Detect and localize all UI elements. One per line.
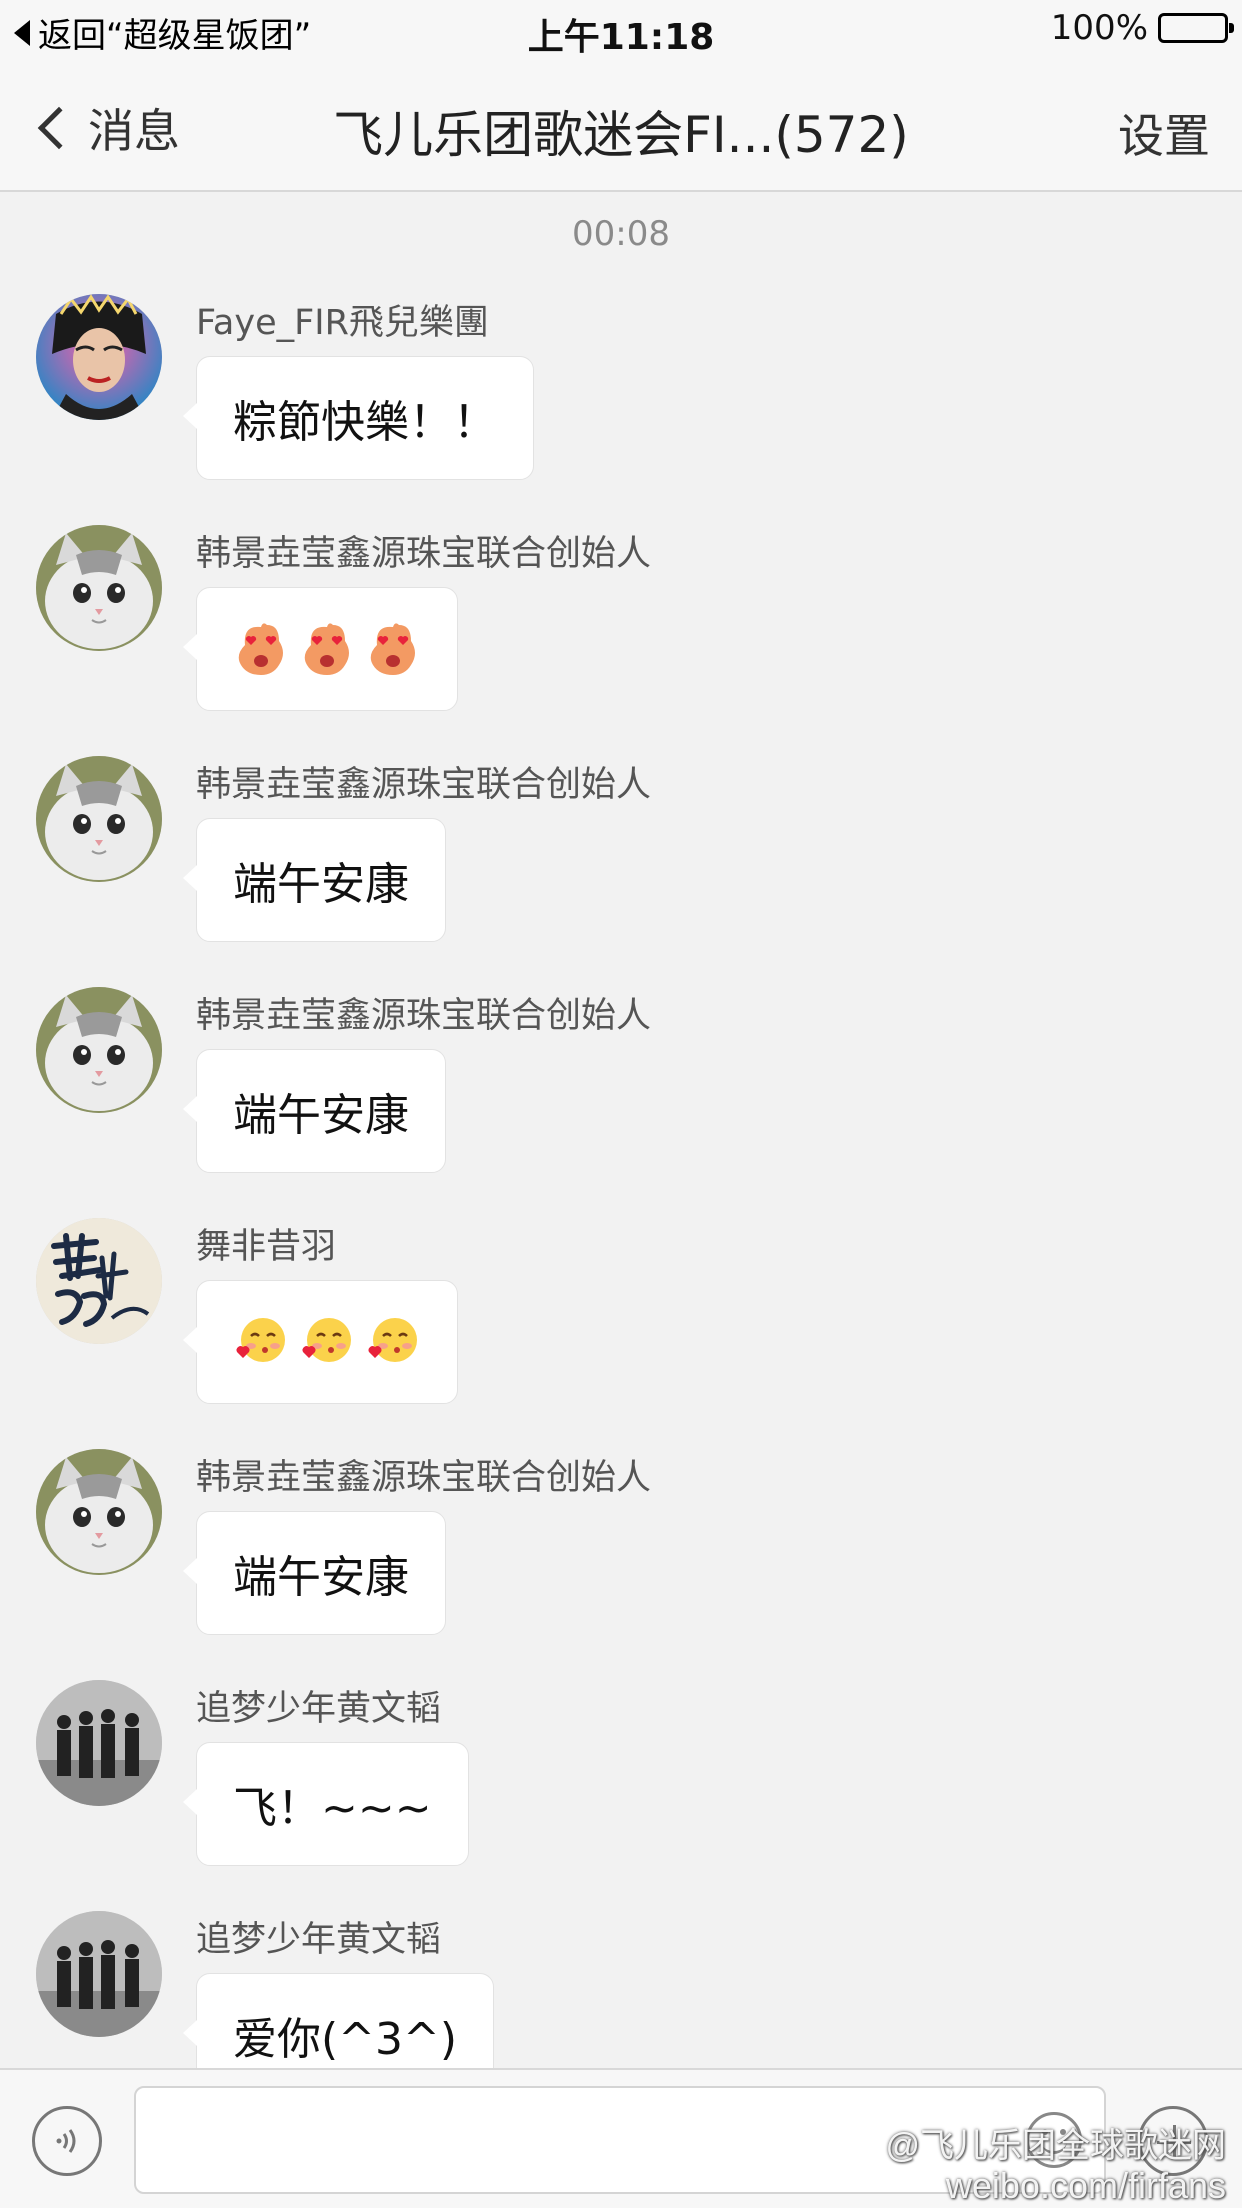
message-text: 爱你(^3^) xyxy=(233,2014,458,2065)
avatar[interactable] xyxy=(36,756,162,882)
battery-indicator: 100% xyxy=(1050,8,1234,48)
message-item: 舞非昔羽 xyxy=(0,1218,1242,1449)
avatar[interactable] xyxy=(36,525,162,651)
avatar[interactable] xyxy=(36,1911,162,2037)
avatar[interactable] xyxy=(36,987,162,1113)
message-text: 端午安康 xyxy=(233,859,409,910)
heart-eyes-emoji-icon xyxy=(238,623,283,675)
message-text: 飞！~~~ xyxy=(233,1783,432,1834)
band-photo-icon xyxy=(36,1911,162,2037)
message-bubble[interactable] xyxy=(183,587,458,711)
weibo-logo-icon xyxy=(817,2121,875,2164)
heart-eyes-emoji-icon xyxy=(304,623,349,675)
message-item: 韩景垚莹鑫源珠宝联合创始人 端午安康 xyxy=(0,1449,1242,1680)
chat-list[interactable]: 00:08 Faye_FIR飛兒樂團 粽節快樂！！ 韩景垚莹鑫源珠宝联合创始人 … xyxy=(0,194,1242,2068)
chat-timestamp: 00:08 xyxy=(572,214,670,254)
message-bubble[interactable]: 飞！~~~ xyxy=(183,1742,469,1866)
sender-name: 韩景垚莹鑫源珠宝联合创始人 xyxy=(196,1458,652,1498)
sender-name: 追梦少年黄文韬 xyxy=(196,1689,442,1729)
watermark-url: weibo.com/firfans xyxy=(945,2165,1226,2206)
sender-name: 韩景垚莹鑫源珠宝联合创始人 xyxy=(196,765,652,805)
sound-waves-icon xyxy=(56,2129,76,2153)
avatar[interactable] xyxy=(36,294,162,420)
page-title: 飞儿乐团歌迷会FI...(572) xyxy=(333,106,909,164)
cat-icon xyxy=(36,1449,162,1575)
sender-name: 舞非昔羽 xyxy=(196,1227,337,1267)
sender-name: Faye_FIR飛兒樂團 xyxy=(196,303,489,343)
message-text: 端午安康 xyxy=(233,1552,409,1603)
message-item: 追梦少年黄文韬 飞！~~~ xyxy=(0,1680,1242,1911)
message-bubble[interactable]: 端午安康 xyxy=(183,1511,446,1635)
avatar[interactable] xyxy=(36,1449,162,1575)
message-text: 粽節快樂！！ xyxy=(233,397,497,448)
heart-eyes-emoji-icon xyxy=(370,623,415,675)
weibo-watermark: @飞儿乐团全球歌迷网 weibo.com/firfans xyxy=(815,2118,1226,2207)
sender-name: 追梦少年黄文韬 xyxy=(196,1920,442,1960)
message-bubble[interactable] xyxy=(183,1280,458,1404)
sender-name: 韩景垚莹鑫源珠宝联合创始人 xyxy=(196,534,652,574)
calligraphy-avatar-icon xyxy=(36,1218,162,1344)
message-item: 追梦少年黄文韬 爱你(^3^) xyxy=(0,1911,1242,2068)
message-item: 韩景垚莹鑫源珠宝联合创始人 端午安康 xyxy=(0,987,1242,1218)
kiss-emoji-icon xyxy=(302,1318,351,1362)
message-item: 韩景垚莹鑫源珠宝联合创始人 xyxy=(0,525,1242,756)
message-bubble[interactable]: 粽節快樂！！ xyxy=(183,356,534,480)
battery-percent: 100% xyxy=(1050,8,1148,48)
watermark-account: @飞儿乐团全球歌迷网 xyxy=(885,2127,1226,2165)
battery-icon xyxy=(1158,13,1234,43)
cat-icon xyxy=(36,756,162,882)
message-bubble[interactable]: 端午安康 xyxy=(183,818,446,942)
avatar[interactable] xyxy=(36,1680,162,1806)
nav-bar: 消息 飞儿乐团歌迷会FI...(572) 设置 xyxy=(0,60,1242,192)
message-item: Faye_FIR飛兒樂團 粽節快樂！！ xyxy=(0,294,1242,525)
kiss-emoji-icon xyxy=(236,1318,285,1362)
voice-icon[interactable] xyxy=(32,2106,102,2176)
message-bubble[interactable]: 端午安康 xyxy=(183,1049,446,1173)
cat-icon xyxy=(36,987,162,1113)
faye-portrait-icon xyxy=(36,294,162,420)
status-bar: 返回“超级星饭团” 上午11:18 100% xyxy=(0,0,1242,60)
avatar[interactable] xyxy=(36,1218,162,1344)
message-text: 端午安康 xyxy=(233,1090,409,1141)
kiss-emoji-icon xyxy=(368,1318,417,1362)
band-photo-icon xyxy=(36,1680,162,1806)
settings-button[interactable]: 设置 xyxy=(1118,100,1210,166)
cat-icon xyxy=(36,525,162,651)
message-bubble[interactable]: 爱你(^3^) xyxy=(182,1973,495,2068)
message-item: 韩景垚莹鑫源珠宝联合创始人 端午安康 xyxy=(0,756,1242,987)
sender-name: 韩景垚莹鑫源珠宝联合创始人 xyxy=(196,996,652,1036)
